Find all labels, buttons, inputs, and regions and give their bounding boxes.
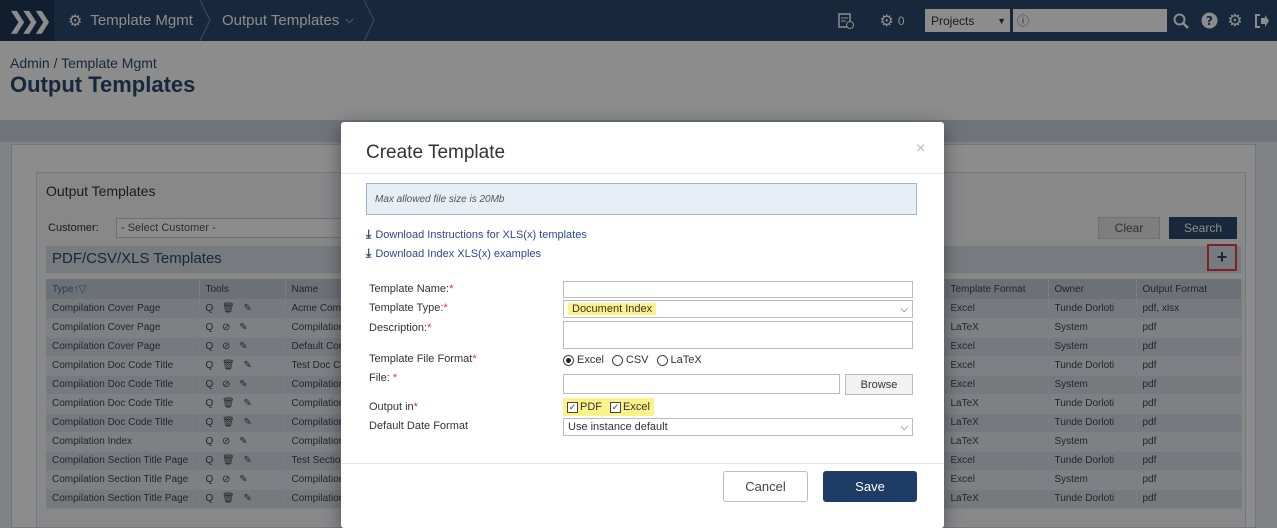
- file-input[interactable]: [563, 374, 840, 394]
- close-icon[interactable]: ×: [916, 140, 925, 158]
- file-format-radio-group: Excel CSV LaTeX: [563, 354, 702, 366]
- download-instructions-label: Download Instructions for XLS(x) templat…: [375, 228, 587, 241]
- template-type-label: Template Type:*: [369, 302, 448, 314]
- checkbox-excel[interactable]: ✓ Excel: [610, 401, 650, 413]
- template-type-value: Document Index: [568, 303, 657, 315]
- date-format-value: Use instance default: [568, 421, 668, 433]
- modal-title: Create Template: [366, 142, 506, 163]
- divider: [341, 173, 944, 174]
- download-instructions-link[interactable]: ⤓ Download Instructions for XLS(x) templ…: [366, 227, 587, 242]
- file-format-label: Template File Format*: [369, 353, 477, 365]
- radio-latex[interactable]: LaTeX: [656, 354, 702, 366]
- chevron-down-icon: ⌵: [900, 303, 908, 315]
- template-name-input[interactable]: [563, 281, 913, 298]
- template-name-label: Template Name:*: [369, 283, 454, 295]
- save-button[interactable]: Save: [823, 471, 917, 502]
- create-template-modal: Create Template × Max allowed file size …: [341, 122, 944, 528]
- cancel-button[interactable]: Cancel: [723, 471, 808, 502]
- chevron-down-icon: ⌵: [900, 421, 908, 433]
- date-format-select[interactable]: Use instance default ⌵: [563, 418, 913, 436]
- checkbox-pdf[interactable]: ✓ PDF: [567, 401, 602, 413]
- divider: [341, 463, 944, 464]
- date-format-label: Default Date Format: [369, 420, 469, 432]
- radio-empty-icon: [611, 354, 623, 366]
- file-size-info: Max allowed file size is 20Mb: [366, 183, 917, 215]
- download-icon: ⤓: [366, 227, 372, 241]
- description-label: Description:*: [369, 322, 432, 334]
- checkmark-icon: ✓: [610, 401, 621, 413]
- download-examples-label: Download Index XLS(x) examples: [375, 247, 542, 260]
- download-examples-link[interactable]: ⤓ Download Index XLS(x) examples: [366, 246, 541, 261]
- radio-selected-icon: [563, 354, 574, 366]
- checkmark-icon: ✓: [567, 401, 578, 413]
- radio-empty-icon: [656, 354, 668, 366]
- download-icon: ⤓: [366, 246, 372, 260]
- file-label: File: *: [369, 372, 398, 384]
- template-type-select[interactable]: Document Index ⌵: [563, 300, 913, 318]
- radio-csv[interactable]: CSV: [611, 354, 649, 366]
- description-textarea[interactable]: [563, 321, 913, 349]
- radio-excel[interactable]: Excel: [563, 354, 604, 366]
- output-in-label: Output in*: [369, 401, 418, 413]
- output-in-group: ✓ PDF ✓ Excel: [563, 398, 654, 416]
- browse-button[interactable]: Browse: [845, 374, 913, 395]
